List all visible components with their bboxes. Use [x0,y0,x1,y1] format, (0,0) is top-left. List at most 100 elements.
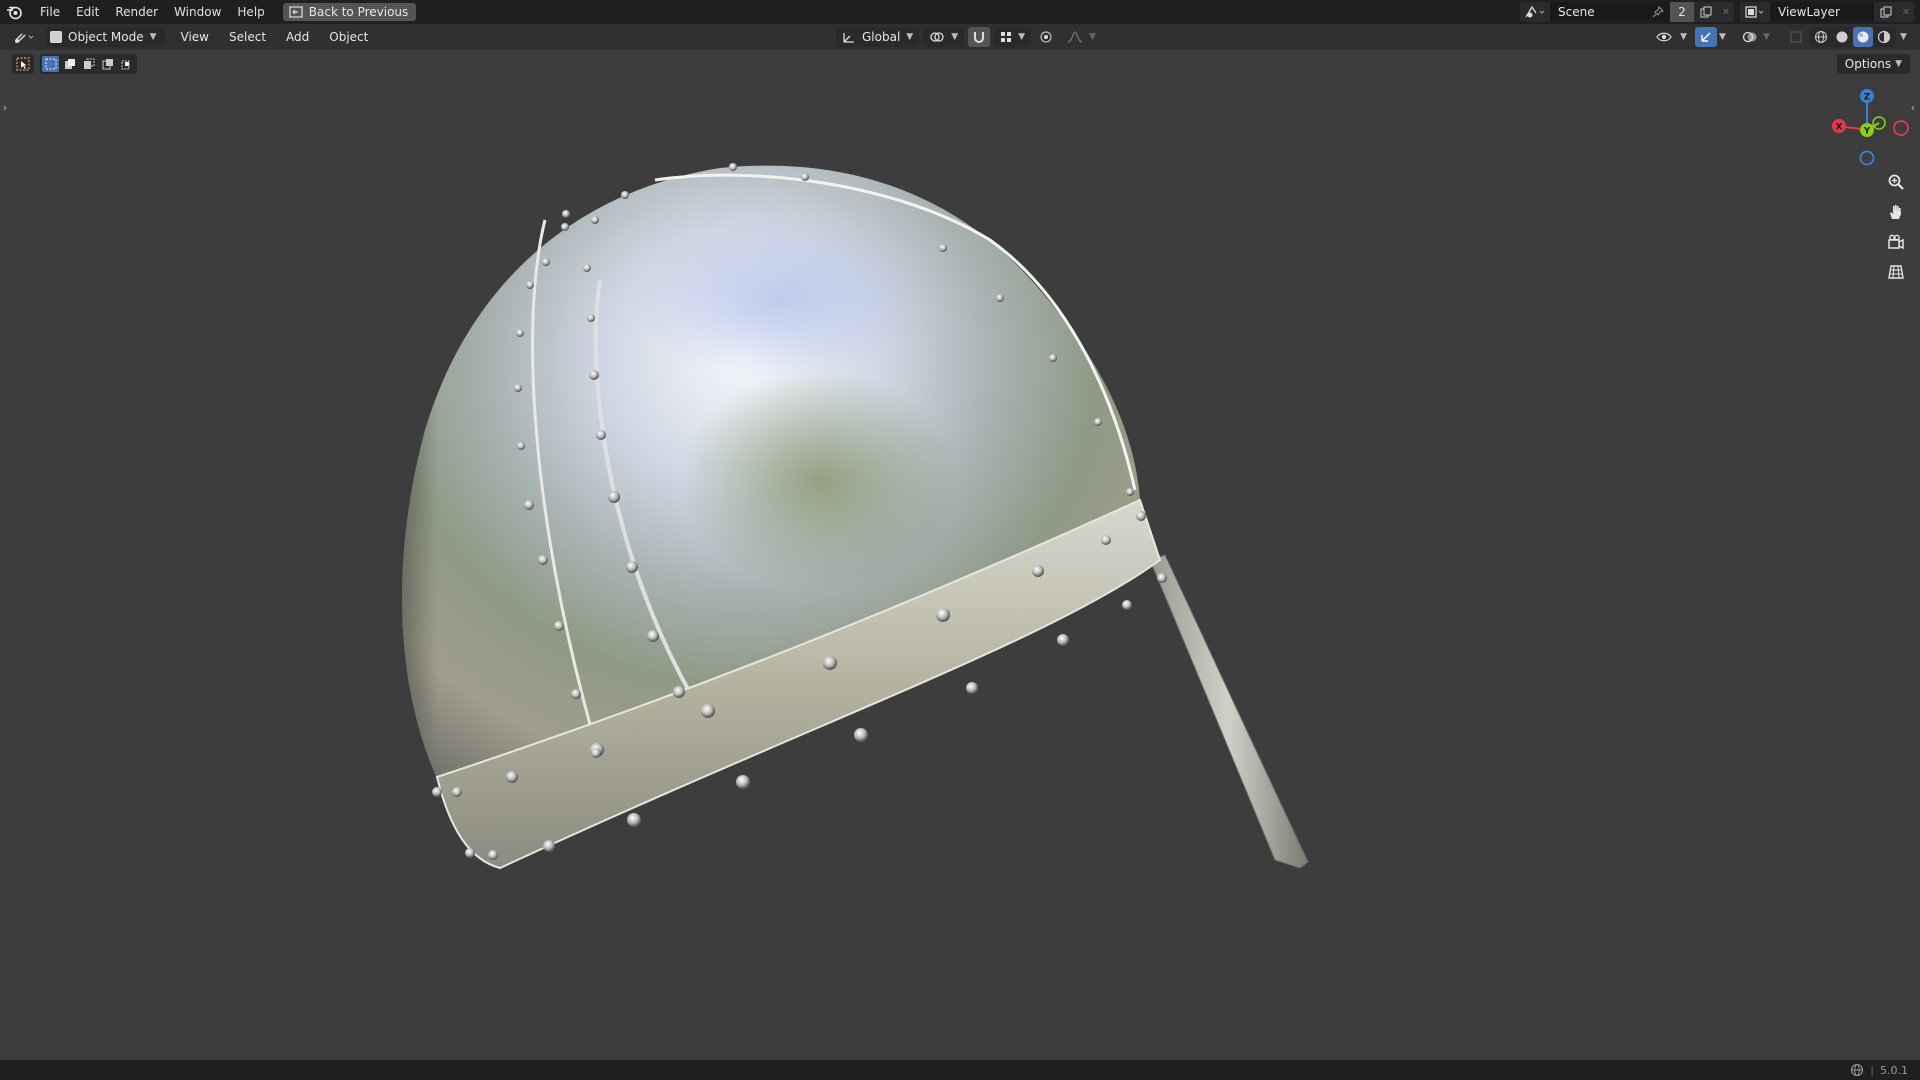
pivot-icon [930,32,944,42]
overlays-toggle[interactable] [1739,27,1761,47]
pan-button[interactable] [1882,198,1910,226]
proportional-falloff-dropdown[interactable]: ▼ [1061,27,1102,47]
magnet-icon [974,32,985,43]
delete-scene-button[interactable]: ✕ [1718,2,1734,22]
close-icon: ✕ [1721,6,1731,18]
menu-select[interactable]: Select [219,30,276,44]
pin-icon[interactable] [1652,6,1664,18]
chevron-down-icon: ▼ [1018,32,1026,42]
pivot-point-dropdown[interactable]: ▼ [923,27,965,47]
select-mode-difference-button[interactable] [99,56,116,72]
snap-target-dropdown[interactable]: ▼ [994,27,1032,47]
delete-viewlayer-button[interactable]: ✕ [1898,2,1914,22]
snap-toggle[interactable] [968,27,991,47]
zoom-button[interactable] [1882,168,1910,196]
viewport-header: Object Mode ▼ View Select Add Object Glo… [0,24,1920,50]
menu-add[interactable]: Add [276,30,319,44]
gizmo-icon [1701,32,1711,42]
gizmos-toggle[interactable] [1695,27,1717,47]
camera-view-icon [1888,234,1904,250]
gizmo-neg-z-axis[interactable] [1859,150,1875,166]
new-viewlayer-button[interactable] [1874,2,1898,22]
menu-object[interactable]: Object [319,30,378,44]
3d-viewport-icon [15,33,34,43]
select-difference-icon [102,59,113,70]
transform-orientation-dropdown[interactable]: Global ▼ [836,27,920,47]
gizmo-y-label: Y [1863,127,1871,137]
rendered-icon [1877,30,1891,44]
menu-file[interactable]: File [32,0,68,24]
menu-window[interactable]: Window [166,0,229,24]
select-tool-button[interactable] [12,54,34,74]
viewlayer-name-field[interactable]: ViewLayer [1770,2,1874,22]
visibility-dropdown[interactable]: ▼ [1650,27,1693,47]
top-bar: File Edit Render Window Help Back to Pre… [0,0,1920,24]
eye-cursor-icon [1656,32,1672,42]
status-separator: | [1870,1063,1874,1077]
scene-selector: Scene 2 ✕ [1520,2,1734,22]
shading-mode-group [1809,27,1896,47]
render-layers-icon [1745,6,1764,18]
menu-edit[interactable]: Edit [68,0,107,24]
proportional-editing-toggle[interactable] [1035,27,1057,47]
orientation-global-icon [843,33,854,43]
scene-icon [1525,5,1545,18]
xray-icon [1790,31,1802,43]
select-box-tool-icon [16,57,30,71]
scene-browse-button[interactable] [1520,2,1550,22]
transform-tools: Global ▼ ▼ ▼ ▼ [836,27,1102,47]
selection-mode-group [40,54,137,74]
select-mode-subtract-button[interactable] [80,56,97,72]
menu-view[interactable]: View [171,30,219,44]
material-preview-shading-button[interactable] [1853,27,1873,47]
globe-icon[interactable] [1850,1063,1864,1077]
select-mode-intersect-button[interactable] [118,56,135,72]
select-mode-set-button[interactable] [42,56,59,72]
solid-shading-button[interactable] [1832,27,1852,47]
snap-grid-icon [1001,32,1012,42]
close-icon: ✕ [1901,6,1911,18]
select-mode-extend-button[interactable] [61,56,78,72]
back-to-previous-icon [289,6,303,18]
chevron-down-icon: ▼ [1680,32,1687,42]
gizmo-x-label: X [1836,123,1843,133]
ortho-toggle-button[interactable] [1882,258,1910,286]
navigation-gizmo[interactable]: Z X Y [1824,86,1914,170]
select-extend-icon [64,59,75,69]
xray-toggle[interactable] [1785,27,1807,47]
scene-user-count[interactable]: 2 [1670,2,1694,22]
wireframe-shading-button[interactable] [1811,27,1831,47]
chevron-down-icon[interactable]: ▼ [1719,32,1731,42]
left-toolbar-toggle[interactable]: › [0,98,10,116]
rendered-shading-button[interactable] [1874,27,1894,47]
select-subtract-icon [83,58,94,69]
material-preview-icon [1857,31,1869,43]
back-to-previous-button[interactable]: Back to Previous [282,3,417,21]
editor-type-button[interactable] [10,27,40,47]
gizmo-neg-x-axis[interactable] [1893,120,1909,136]
viewlayer-name: ViewLayer [1778,5,1840,19]
menu-help[interactable]: Help [229,0,272,24]
3d-viewport[interactable]: › ‹ [0,50,1920,1060]
chevron-down-icon[interactable]: ▼ [1763,32,1775,42]
blender-logo-icon[interactable] [6,4,22,20]
ortho-grid-icon [1888,265,1904,279]
options-dropdown[interactable]: Options ▼ [1836,54,1910,74]
chevron-down-icon: ▼ [906,32,914,42]
chevron-down-icon[interactable]: ▼ [1900,32,1912,42]
overlays-icon [1742,31,1757,43]
viewlayer-browse-button[interactable] [1740,2,1770,22]
scene-name-field[interactable]: Scene [1550,2,1670,22]
transform-orientation-label: Global [862,30,901,44]
gizmo-z-label: Z [1864,93,1871,103]
camera-view-button[interactable] [1882,228,1910,256]
object-mode-dropdown[interactable]: Object Mode ▼ [46,27,165,47]
menu-render[interactable]: Render [107,0,166,24]
new-scene-button[interactable] [1694,2,1718,22]
pan-hand-icon [1890,205,1901,219]
wireframe-icon [1815,31,1827,43]
zoom-icon [1888,174,1904,190]
select-set-icon [45,58,56,70]
object-mode-label: Object Mode [68,30,144,44]
scene-name: Scene [1558,5,1595,19]
